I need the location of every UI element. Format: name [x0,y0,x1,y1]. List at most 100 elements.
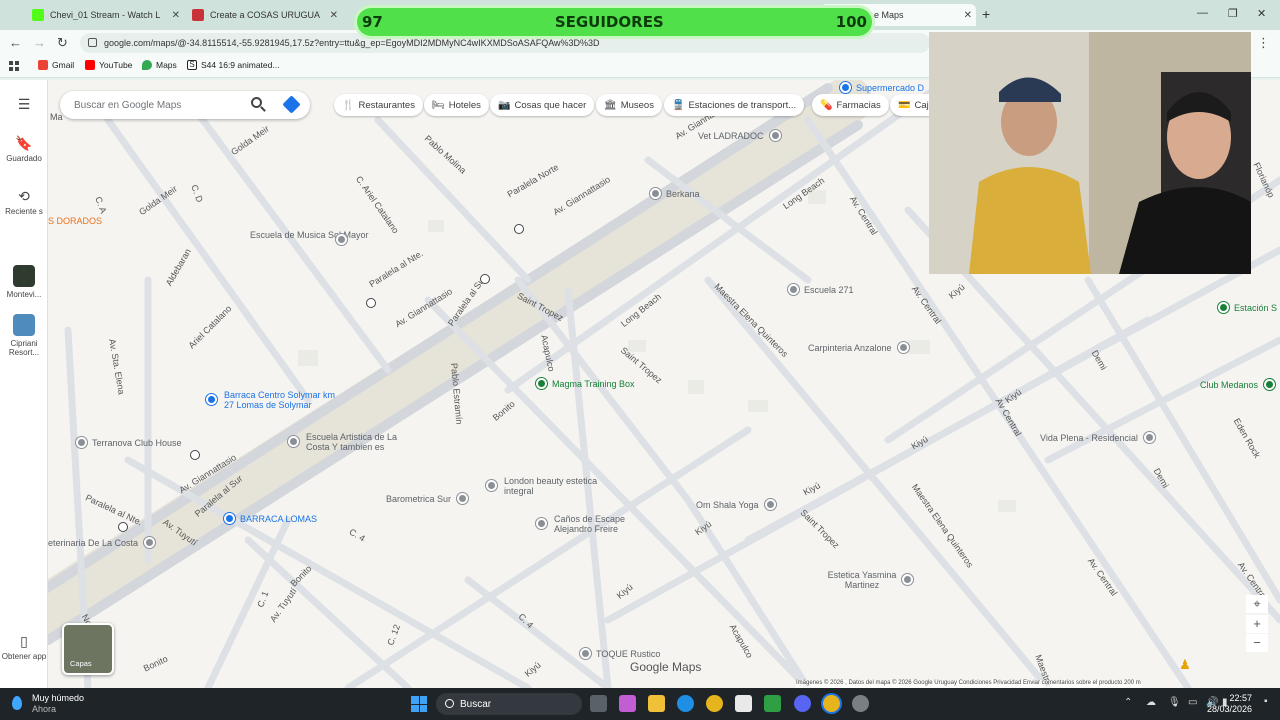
close-tab-icon[interactable]: ✕ [172,10,180,21]
network-icon[interactable]: ☁ [1146,697,1156,708]
zoom-out-button[interactable]: − [1246,634,1268,652]
edge-icon[interactable] [677,695,694,712]
microphone-icon[interactable]: 🎙 [1168,697,1181,708]
chip-estaciones[interactable]: 🚆 Estaciones de transport... [664,94,805,116]
address-bar[interactable]: google.com/maps/@-34.8115514,-55.9281945… [80,33,930,53]
bus-stop-icon[interactable] [366,298,376,308]
poi-label: Om Shala Yoga [696,499,759,510]
poi-london-beauty[interactable]: London beauty estetica integral [486,476,606,496]
task-view-icon[interactable] [590,695,607,712]
poi-estacion[interactable]: Estación S [1218,302,1277,313]
bookmark-s44[interactable]: S S44 16:9 animated... [187,60,279,70]
poi-terranova-club-house[interactable]: Terranova Club House [76,437,182,448]
chip-museos[interactable]: 🏛 Museos [596,94,662,116]
menu-button[interactable]: ☰ [0,96,48,115]
menu-icon[interactable]: ⋮ [1257,35,1270,51]
settings-gear-icon[interactable] [852,695,869,712]
chip-hoteles[interactable]: 🛏 Hoteles [424,94,489,116]
poi-toque-rustico[interactable]: TOQUE Rustico [580,648,660,659]
search-icon[interactable] [251,97,262,108]
system-clock[interactable]: 22:57 28/03/2026 [1207,693,1252,715]
forward-button[interactable]: → [33,35,46,50]
kick-icon [32,9,44,21]
bookmark-youtube[interactable]: YouTube [85,60,132,70]
place-pin-icon [1143,432,1155,443]
minimize-button[interactable]: — [1197,7,1208,19]
chip-cosas-que-hacer[interactable]: 📷 Cosas que hacer [490,94,595,116]
pegman-icon[interactable]: ♟ [1174,656,1196,674]
wifi-icon[interactable]: ▭ [1188,697,1197,708]
poi-canos-de-escape[interactable]: Caños de Escape Alejandro Freire [536,514,656,534]
tab-create[interactable]: Create a COSAS URUGUAYAS T ✕ [186,4,342,26]
weather-subtitle: Ahora [32,704,57,714]
poi-club-medanos[interactable]: Club Medanos [1200,379,1280,390]
bookmark-maps[interactable]: Maps [142,60,177,70]
poi-veterinaria[interactable]: eterinaria De La Costa [48,537,160,548]
recent-place-cipriani[interactable]: Cipriani Resort... [0,314,48,357]
get-app-button[interactable]: ▯ Obtener app [0,633,48,661]
poi-label: Vet LADRADOC [698,130,764,141]
windows-taskbar: Muy húmedo Ahora Buscar ⌃ ☁ 🎙 ▭ 🔊 ▮ 22:5… [0,688,1280,720]
poi-vida-plena[interactable]: Vida Plena - Residencial [1040,432,1160,443]
close-tab-icon[interactable]: ✕ [964,10,972,21]
close-tab-icon[interactable]: ✕ [330,10,338,21]
file-explorer-icon[interactable] [648,695,665,712]
tray-chevron-icon[interactable]: ⌃ [1124,697,1132,708]
poi-supermercado[interactable]: Supermercado D [840,82,924,93]
poi-dorados[interactable]: S DORADOS [48,216,102,226]
bus-stop-icon[interactable] [514,224,524,234]
poi-magma-training-box[interactable]: Magma Training Box [536,378,635,389]
poi-berkana[interactable]: Berkana [650,188,700,199]
store-icon[interactable] [735,695,752,712]
poi-barometrica-sur[interactable]: Barometrica Sur [386,493,473,504]
search-input[interactable]: Buscar en Google Maps [60,91,310,119]
directions-icon[interactable] [282,95,301,114]
discord-icon[interactable] [794,695,811,712]
back-button[interactable]: ← [9,35,22,50]
bus-stop-icon[interactable] [190,450,200,460]
chrome-icon[interactable] [706,695,723,712]
close-window-button[interactable]: ✕ [1257,7,1266,20]
bus-stop-icon[interactable] [118,522,128,532]
school-pin-icon [288,436,299,447]
poi-barraca-lomas[interactable]: BARRACA LOMAS [224,513,317,524]
apps-grid-icon[interactable] [9,61,19,71]
chrome-active-icon[interactable] [823,695,840,712]
notification-icon[interactable]: ▪ [1264,696,1268,707]
clock-date: 28/03/2026 [1206,704,1252,714]
recent-place-montevideo[interactable]: Montevi... [0,265,48,299]
reload-button[interactable]: ↻ [57,35,68,51]
chip-farmacias[interactable]: 💊 Farmacias [812,94,889,116]
my-location-icon[interactable]: ⌖ [1246,595,1268,613]
taskbar-search[interactable]: Buscar [436,693,582,715]
minecraft-icon[interactable] [764,695,781,712]
layers-button[interactable]: Capas [62,623,114,675]
copilot-icon[interactable] [619,695,636,712]
tab-stream[interactable]: Chevi_01 Stream - Watch Live o ✕ [26,4,184,26]
poi-escuela-artistica[interactable]: Escuela Artistica de La Costa Y tambien … [288,432,418,452]
zoom-in-button[interactable]: + [1246,615,1268,633]
site-info-icon[interactable] [88,38,97,47]
poi-label: Club Medanos [1200,379,1259,390]
poi-vet-ladradoc[interactable]: Vet LADRADOC [698,130,786,141]
chip-restaurantes[interactable]: 🍴 Restaurantes [334,94,423,116]
follower-goal-overlay: 97 SEGUIDORES 100 [357,8,872,36]
poi-om-shala-yoga[interactable]: Om Shala Yoga [696,499,781,510]
windows-start-icon[interactable] [411,696,427,712]
poi-label: Caños de Escape Alejandro Freire [554,514,626,534]
poi-label: Carpinteria Anzalone [808,342,892,353]
poi-escuela-271[interactable]: Escuela 271 [788,284,854,295]
poi-escuela-musica[interactable]: Escuela de Musica Sol Mayor [250,230,370,245]
place-pin-icon [764,499,776,510]
place-pin-icon [486,480,497,491]
bus-stop-icon[interactable] [480,274,490,284]
bookmark-gmail[interactable]: Gmail [38,60,74,70]
recent-button[interactable]: ⟲ Reciente s [0,188,48,216]
maximize-button[interactable]: ❐ [1228,7,1238,20]
poi-barraca-centro-solymar[interactable]: Barraca Centro Solymar km 27 Lomas de So… [206,390,336,410]
poi-estetica-yasmina[interactable]: Estetica Yasmina Martinez [812,570,913,590]
chip-label: Restaurantes [358,99,415,111]
saved-button[interactable]: 🔖 Guardado [0,135,48,163]
new-tab-button[interactable]: + [982,6,990,22]
poi-carpinteria-anzalone[interactable]: Carpinteria Anzalone [808,342,914,353]
